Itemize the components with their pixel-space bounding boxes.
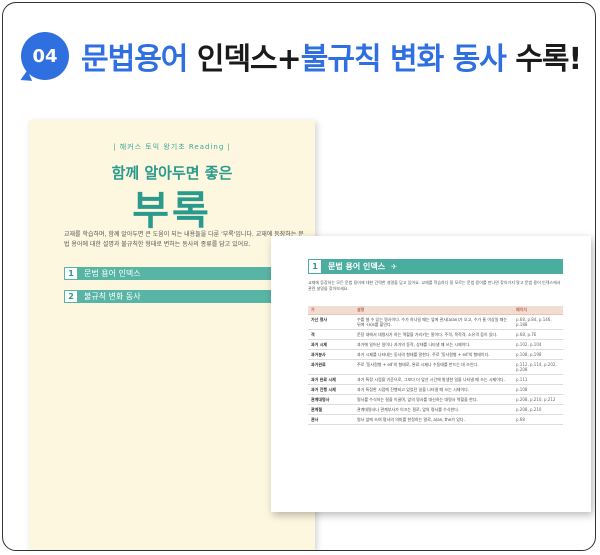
table-row: 격 문장 내에서 대명사가 하는 역할을 가리키는 말이다. 주격, 목적격, 소… xyxy=(308,329,563,340)
table-row: 관사 명사 앞에 쓰여 명사의 의미를 한정하는 말로, a/an, the가 있… xyxy=(308,414,563,425)
cell-term: 관사 xyxy=(308,414,354,425)
index-table: 가 설명 페이지 가산 명사 수를 셀 수 있는 명사이다. 수가 하나일 때는 … xyxy=(308,306,563,425)
series-label: | 해커스 토익 왕기초 Reading | xyxy=(113,143,231,151)
section-label: 불규칙 변화 동사 xyxy=(84,292,141,301)
cell-pg: p.111 xyxy=(513,374,563,385)
headline: 문법용어 인덱스+불규칙 변화 동사 수록! xyxy=(81,34,582,78)
headline-part-3: 불규칙 변화 동사 xyxy=(300,42,507,77)
cell-term: 과거분사 xyxy=(308,349,354,360)
table-row: 과거 완료 시제 과거 특정 시점을 기준으로, 그보다 더 앞선 시간에 발생한… xyxy=(308,374,563,385)
cell-desc: 과거에 일어난 일이나 과거의 동작, 상태를 나타낼 때 쓰는 시제이다. xyxy=(354,339,513,350)
cell-term: 격 xyxy=(308,329,354,340)
cell-desc: 과거 특정한 시점에 진행되고 있었던 일을 나타낼 때 쓰는 시제이다. xyxy=(354,384,513,395)
cell-pg: p.208, p.210 xyxy=(513,404,563,415)
cell-term: 관계대명사 xyxy=(308,394,354,405)
cell-term: 관계절 xyxy=(308,404,354,415)
cover-title: 부록 xyxy=(132,188,212,234)
badge-number: 04 xyxy=(32,45,58,67)
column-header: 설명 xyxy=(354,306,513,315)
cell-pg: p.68, p.76 xyxy=(513,329,563,340)
page-heading-bar: 1 문법 용어 인덱스 ✈ xyxy=(308,259,563,274)
cell-desc: 과거 시제를 나타내는 동사의 형태를 말한다. 주로 '동사원형 + ed'의… xyxy=(354,349,513,360)
cell-desc: 관계대명사나 관계부사가 이끄는 절로, 앞의 명사를 수식한다. xyxy=(354,404,513,415)
headline-part-4: 수록! xyxy=(505,42,582,77)
cell-pg: p.112, p.114, p.202, p.208 xyxy=(513,359,563,375)
table-row: 과거 시제 과거에 일어난 일이나 과거의 동작, 상태를 나타낼 때 쓰는 시제… xyxy=(308,339,563,350)
cell-desc: 과거 특정 시점을 기준으로, 그보다 더 앞선 시간에 발생한 일을 나타낼 … xyxy=(354,374,513,385)
headline-part-2: 인덱스+ xyxy=(187,42,302,77)
page-intro: 교재에 등장하는 모든 문법 용어에 대한 간략한 설명을 담고 있어요. 교재… xyxy=(308,280,561,291)
cell-pg: p.68 xyxy=(513,414,563,425)
cell-pg: p.102, p.104 xyxy=(513,339,563,350)
cover-description: 교재를 학습하며, 함께 알아두면 큰 도움이 되는 내용들을 다룬 '부록'입… xyxy=(64,231,304,248)
section-number: 2 xyxy=(64,290,78,303)
table-header-row: 가 설명 페이지 xyxy=(308,306,563,315)
cell-pg: p.208, p.210, p.212 xyxy=(513,394,563,405)
card-frame: 04 문법용어 인덱스+불규칙 변화 동사 수록! | 해커스 토익 왕기초 R… xyxy=(2,2,596,551)
cell-term: 과거 시제 xyxy=(308,339,354,350)
cell-pg: p.68, p.84, p.146, p.188 xyxy=(513,314,563,330)
table-row: 가산 명사 수를 셀 수 있는 명사이다. 수가 하나일 때는 앞에 관사(a/a… xyxy=(308,314,563,330)
column-header: 가 xyxy=(308,306,354,315)
section-bar-2: 2 불규칙 변화 동사 xyxy=(64,290,296,303)
section-number: 1 xyxy=(64,267,78,280)
number-badge: 04 xyxy=(21,32,69,80)
table-row: 관계대명사 명사를 수식하는 절을 이끌며, 앞의 명사를 대신하는 대명사 역할… xyxy=(308,394,563,405)
cell-desc: 문장 내에서 대명사가 하는 역할을 가리키는 말이다. 주격, 목적격, 소유… xyxy=(354,329,513,340)
page-section-number: 1 xyxy=(308,259,322,274)
table-row: 과거완료 주로 '동사원형 + ed'의 형태로, 완료 시제나 수동태를 만드는… xyxy=(308,359,563,375)
cell-term: 과거 진행 시제 xyxy=(308,384,354,395)
cell-desc: 명사 앞에 쓰여 명사의 의미를 한정하는 말로, a/an, the가 있다. xyxy=(354,414,513,425)
index-page: 1 문법 용어 인덱스 ✈ 교재에 등장하는 모든 문법 용어에 대한 간략한 … xyxy=(271,236,591,512)
table-row: 과거분사 과거 시제를 나타내는 동사의 형태를 말한다. 주로 '동사원형 + … xyxy=(308,349,563,360)
cell-desc: 주로 '동사원형 + ed'의 형태로, 완료 시제나 수동태를 만드는 데 쓰… xyxy=(354,359,513,375)
cell-pg: p.108 xyxy=(513,384,563,395)
cell-term: 과거 완료 시제 xyxy=(308,374,354,385)
airplane-icon: ✈ xyxy=(391,262,397,271)
cell-term: 과거완료 xyxy=(308,359,354,375)
section-label: 문법 용어 인덱스 xyxy=(84,269,141,278)
cell-desc: 명사를 수식하는 절을 이끌며, 앞의 명사를 대신하는 대명사 역할을 한다. xyxy=(354,394,513,405)
table-row: 과거 진행 시제 과거 특정한 시점에 진행되고 있었던 일을 나타낼 때 쓰는 … xyxy=(308,384,563,395)
table-row: 관계절 관계대명사나 관계부사가 이끄는 절로, 앞의 명사를 수식한다. p.20… xyxy=(308,404,563,415)
section-bar-1: 1 문법 용어 인덱스 xyxy=(64,267,296,280)
page-heading: 문법 용어 인덱스 xyxy=(328,262,386,271)
headline-part-1: 문법용어 xyxy=(81,42,188,77)
cell-desc: 수를 셀 수 있는 명사이다. 수가 하나일 때는 앞에 관사(a/an)가 오… xyxy=(354,314,513,330)
cell-term: 가산 명사 xyxy=(308,314,354,330)
cell-pg: p.108, p.198 xyxy=(513,349,563,360)
header: 04 문법용어 인덱스+불규칙 변화 동사 수록! xyxy=(21,29,582,83)
column-header: 페이지 xyxy=(513,306,563,315)
